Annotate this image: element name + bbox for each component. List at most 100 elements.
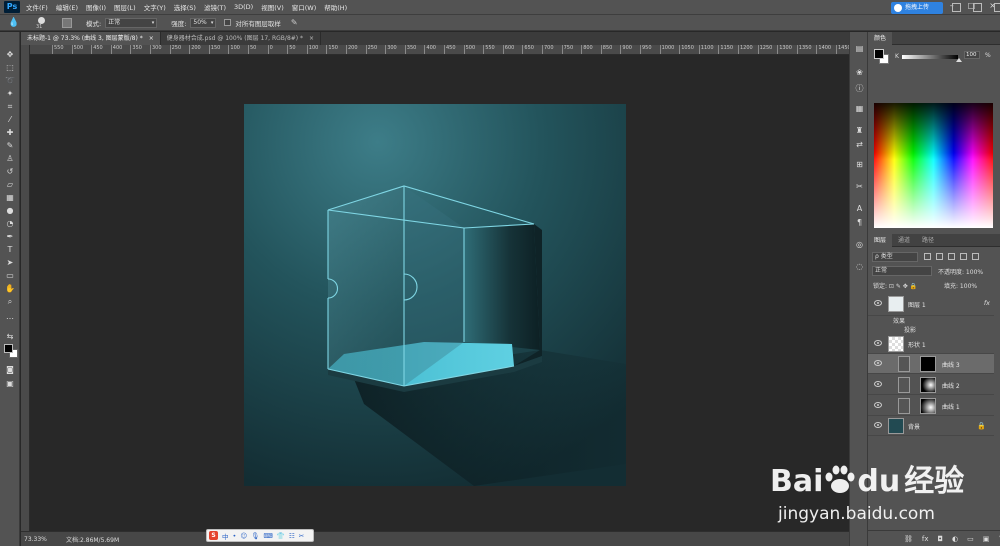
filter-shape-icon[interactable] bbox=[960, 253, 967, 260]
screen-mode-icon[interactable]: ▣ bbox=[4, 379, 16, 389]
blur-tool-icon[interactable]: 💧 bbox=[8, 17, 22, 29]
gradient-tool-icon[interactable]: ▦ bbox=[4, 193, 16, 203]
tab-color[interactable]: 颜色 bbox=[868, 31, 893, 45]
visibility-eye-icon[interactable] bbox=[874, 360, 882, 366]
zoom-tool-icon[interactable]: ⌕ bbox=[4, 297, 16, 307]
menu-help[interactable]: 帮助(H) bbox=[324, 2, 347, 12]
brush-tool-icon[interactable]: ✎ bbox=[4, 141, 16, 151]
clone-source-icon[interactable]: ⊞ bbox=[854, 160, 865, 170]
brush-preset-picker[interactable]: 31 bbox=[36, 16, 52, 30]
visibility-eye-icon[interactable] bbox=[874, 300, 882, 306]
lasso-tool-icon[interactable]: ➰ bbox=[4, 76, 16, 86]
clone-stamp-tool-icon[interactable]: ♙ bbox=[4, 154, 16, 164]
hand-tool-icon[interactable]: ✋ bbox=[4, 284, 16, 294]
close-icon[interactable]: × bbox=[309, 35, 314, 42]
layer-mask-thumbnail[interactable] bbox=[920, 356, 936, 372]
horizontal-ruler[interactable]: 550 500 450 400 350 300 250 200 150 100 50 0 50 100 15… bbox=[30, 45, 849, 55]
menu-edit[interactable]: 编辑(E) bbox=[56, 2, 78, 12]
filter-type-icon[interactable] bbox=[948, 253, 955, 260]
blur-tool-icon[interactable]: ● bbox=[4, 206, 16, 216]
path-selection-tool-icon[interactable]: ➤ bbox=[4, 258, 16, 268]
info-panel-icon[interactable]: ⓘ bbox=[854, 84, 865, 94]
history-panel-icon[interactable]: ▤ bbox=[854, 44, 865, 54]
menu-window[interactable]: 窗口(W) bbox=[292, 2, 317, 12]
filter-pixel-icon[interactable] bbox=[924, 253, 931, 260]
opacity-control[interactable]: 不透明度: 100% bbox=[938, 267, 983, 276]
canvas-area[interactable] bbox=[30, 56, 849, 531]
layer-row-curves-2[interactable]: 曲线 2 bbox=[868, 375, 994, 395]
swap-colors-icon[interactable]: ⇆ bbox=[4, 332, 16, 342]
ime-skin-icon[interactable]: 👕 bbox=[277, 532, 285, 540]
visibility-eye-icon[interactable] bbox=[874, 402, 882, 408]
drop-shadow-effect[interactable]: 投影 bbox=[904, 325, 916, 334]
document-info[interactable]: 文档:2.86M/5.69M bbox=[66, 535, 119, 544]
color-panel-foreground-swatch[interactable] bbox=[874, 49, 884, 59]
filter-adjustment-icon[interactable] bbox=[936, 253, 943, 260]
more-tools-icon[interactable]: … bbox=[4, 312, 16, 322]
artwork-canvas[interactable] bbox=[244, 104, 626, 486]
visibility-eye-icon[interactable] bbox=[874, 422, 882, 428]
k-channel-input[interactable]: 100 bbox=[964, 51, 980, 59]
close-icon[interactable]: × bbox=[149, 35, 154, 42]
menu-type[interactable]: 文字(Y) bbox=[144, 2, 166, 12]
move-tool-icon[interactable]: ✥ bbox=[4, 50, 16, 60]
crop-tool-icon[interactable]: ⌗ bbox=[4, 102, 16, 112]
blend-mode-select[interactable]: 正常 bbox=[872, 266, 932, 276]
ime-voice-icon[interactable]: 🎙 bbox=[251, 532, 259, 540]
menu-3d[interactable]: 3D(D) bbox=[234, 3, 253, 11]
healing-brush-tool-icon[interactable]: ✚ bbox=[4, 128, 16, 138]
vertical-ruler[interactable] bbox=[21, 45, 30, 531]
layer-filter-select[interactable]: ρ 类型 bbox=[872, 252, 918, 262]
type-tool-icon[interactable]: T bbox=[4, 245, 16, 255]
adjustments-panel-icon[interactable]: ♜ bbox=[854, 126, 865, 136]
cloud-upload-button[interactable]: 拖拽上传 bbox=[891, 2, 943, 14]
color-swatches[interactable] bbox=[4, 344, 18, 358]
ime-toolbar[interactable]: S 中 • ☺ 🎙 ⌨ 👕 ☷ ✂ bbox=[206, 529, 314, 542]
layer-row-background[interactable]: 背景 🔒 bbox=[868, 416, 994, 436]
filter-smart-object-icon[interactable] bbox=[972, 253, 979, 260]
foreground-color-swatch[interactable] bbox=[4, 344, 13, 353]
visibility-eye-icon[interactable] bbox=[874, 340, 882, 346]
strength-select[interactable]: 50% ▾ bbox=[190, 17, 217, 28]
menu-image[interactable]: 图像(I) bbox=[86, 2, 106, 12]
menu-view[interactable]: 视图(V) bbox=[261, 2, 284, 12]
dodge-tool-icon[interactable]: ◔ bbox=[4, 219, 16, 229]
menu-filter[interactable]: 滤镜(T) bbox=[204, 2, 226, 12]
ime-chinese-mode[interactable]: 中 bbox=[222, 531, 229, 541]
layer-mask-thumbnail[interactable] bbox=[920, 377, 936, 393]
tab-channels[interactable]: 通道 bbox=[892, 234, 916, 247]
eraser-tool-icon[interactable]: ▱ bbox=[4, 180, 16, 190]
layer-row-shape-1[interactable]: 形状 1 bbox=[868, 334, 994, 354]
ime-emoji-icon[interactable]: ☺ bbox=[240, 532, 247, 540]
eyedropper-tool-icon[interactable]: ⁄ bbox=[4, 115, 16, 125]
ime-screenshot-icon[interactable]: ✂ bbox=[299, 532, 304, 540]
layer-row-curves-3[interactable]: 曲线 3 bbox=[868, 354, 994, 374]
ime-punctuation-icon[interactable]: • bbox=[233, 532, 237, 540]
mode-select[interactable]: 正常 ▾ bbox=[105, 17, 158, 28]
ime-toolbox-icon[interactable]: ☷ bbox=[289, 532, 295, 540]
menu-file[interactable]: 文件(F) bbox=[26, 2, 48, 12]
layer-row-layer-1[interactable]: 图层 1 fx bbox=[868, 294, 994, 316]
tab-fitness-composite[interactable]: 健身器材合成.psd @ 100% (图层 17, RGB/8#) * × bbox=[161, 32, 322, 45]
layer-row-curves-1[interactable]: 曲线 1 bbox=[868, 396, 994, 416]
ime-keyboard-icon[interactable]: ⌨ bbox=[263, 532, 272, 540]
fx-icon[interactable]: fx bbox=[984, 299, 990, 307]
k-slider-thumb[interactable] bbox=[956, 58, 962, 62]
k-channel-slider[interactable] bbox=[902, 55, 958, 59]
workspace-icon[interactable] bbox=[973, 3, 982, 12]
tab-paths[interactable]: 路径 bbox=[916, 234, 940, 247]
marquee-tool-icon[interactable]: ⬚ bbox=[4, 63, 16, 73]
visibility-eye-icon[interactable] bbox=[874, 381, 882, 387]
menu-layer[interactable]: 图层(L) bbox=[114, 2, 136, 12]
effects-sublabel[interactable]: 效果 bbox=[893, 316, 905, 325]
brush-settings-icon[interactable]: ❀ bbox=[854, 68, 865, 78]
rectangle-tool-icon[interactable]: ▭ bbox=[4, 271, 16, 281]
character-panel-icon[interactable]: A bbox=[854, 204, 865, 214]
properties-panel-icon[interactable]: ⇄ bbox=[854, 140, 865, 150]
pressure-icon[interactable]: ✎ bbox=[291, 18, 298, 27]
menu-select[interactable]: 选择(S) bbox=[174, 2, 196, 12]
3d-panel-icon[interactable]: ◎ bbox=[854, 240, 865, 250]
quick-mask-icon[interactable]: ◙ bbox=[4, 365, 16, 375]
tab-layers[interactable]: 图层 bbox=[868, 234, 893, 247]
magic-wand-tool-icon[interactable]: ✦ bbox=[4, 89, 16, 99]
